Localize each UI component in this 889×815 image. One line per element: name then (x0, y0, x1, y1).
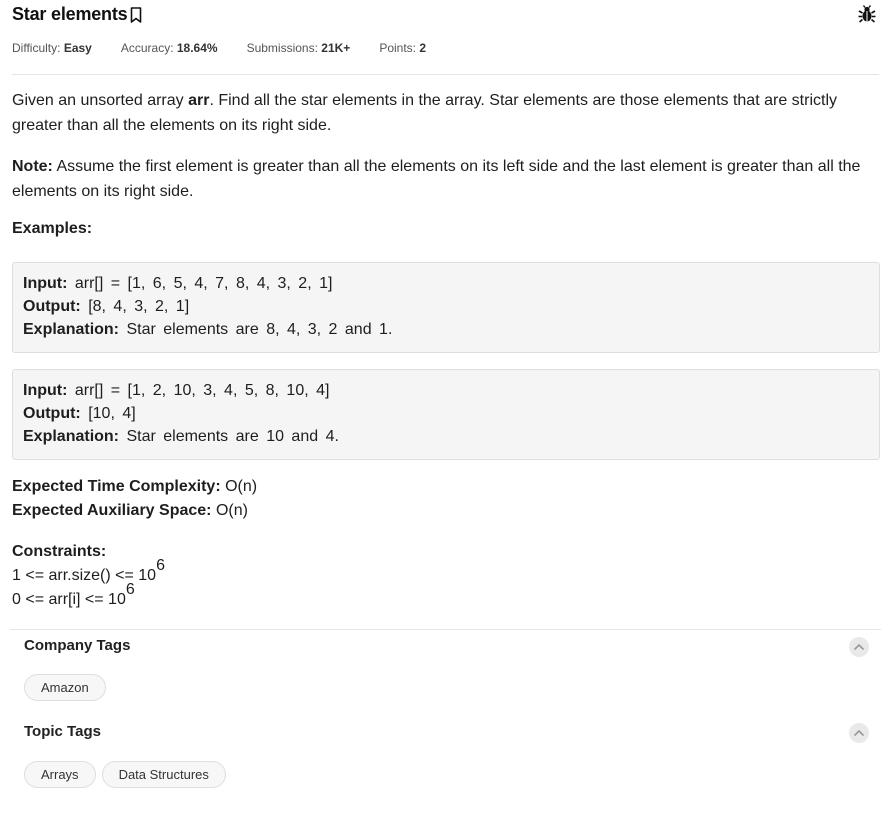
chevron-up-icon (854, 730, 864, 736)
output-value: [10, 4] (80, 405, 136, 422)
points: Points: 2 (379, 41, 426, 55)
time-complexity-label: Expected Time Complexity: (12, 478, 221, 495)
output-value: [8, 4, 3, 2, 1] (80, 298, 190, 315)
constraints-section: Constraints: 1 <= arr.size() <= 106 0 <=… (12, 540, 165, 612)
points-value: 2 (419, 41, 427, 55)
example-input: Input: arr[] = [1, 6, 5, 4, 7, 8, 4, 3, … (23, 272, 869, 295)
input-value: arr[] = [1, 2, 10, 3, 4, 5, 8, 10, 4] (67, 382, 330, 399)
submissions: Submissions: 21K+ (247, 41, 351, 55)
bookmark-icon[interactable] (129, 6, 143, 24)
examples-heading: Examples: (12, 220, 93, 237)
accuracy-label: Accuracy: (120, 41, 174, 55)
explanation-value: Star elements are 8, 4, 3, 2 and 1. (119, 321, 393, 338)
constraint-1: 1 <= arr.size() <= 106 (12, 557, 165, 588)
company-tags-toggle[interactable] (849, 637, 869, 657)
accuracy-value: 18.64% (176, 41, 218, 55)
constraints-label: Constraints: (12, 543, 107, 560)
input-label: Input: (23, 275, 68, 292)
example-output: Output: [8, 4, 3, 2, 1] (23, 295, 869, 318)
constraint-2-exponent: 6 (125, 580, 135, 598)
constraint-1-exponent: 6 (156, 556, 165, 574)
space-complexity: Expected Auxiliary Space: O(n) (12, 499, 257, 523)
desc-text: Given an unsorted array (12, 92, 189, 109)
note-text: Assume the first element is greater than… (12, 158, 861, 200)
company-tags-list: Amazon (24, 674, 112, 701)
company-tags-title[interactable]: Company Tags (24, 637, 130, 654)
problem-header: Star elements (12, 4, 879, 28)
explanation-value: Star elements are 10 and 4. (119, 428, 339, 445)
difficulty-value: Easy (63, 41, 92, 55)
header-divider (12, 74, 879, 75)
input-label: Input: (23, 382, 68, 399)
tag-amazon[interactable]: Amazon (24, 674, 106, 701)
desc-array-name: arr (188, 92, 210, 109)
explanation-label: Explanation: (23, 428, 120, 445)
topic-tags-toggle[interactable] (849, 723, 869, 743)
problem-meta: Difficulty: Easy Accuracy: 18.64% Submis… (12, 41, 455, 55)
input-value: arr[] = [1, 6, 5, 4, 7, 8, 4, 3, 2, 1] (67, 275, 333, 292)
time-complexity: Expected Time Complexity: O(n) (12, 475, 257, 499)
example-box-2: Input: arr[] = [1, 2, 10, 3, 4, 5, 8, 10… (12, 369, 880, 460)
problem-note: Note: Assume the first element is greate… (12, 154, 880, 204)
space-complexity-value: O(n) (211, 502, 248, 519)
difficulty-label: Difficulty: (12, 41, 61, 55)
example-explanation: Explanation: Star elements are 10 and 4. (23, 425, 869, 448)
topic-tags-list: Arrays Data Structures (24, 761, 232, 788)
example-box-1: Input: arr[] = [1, 6, 5, 4, 7, 8, 4, 3, … (12, 262, 880, 353)
submissions-value: 21K+ (321, 41, 351, 55)
space-complexity-label: Expected Auxiliary Space: (12, 502, 212, 519)
constraint-2: 0 <= arr[i] <= 106 (12, 581, 165, 612)
points-label: Points: (379, 41, 417, 55)
problem-description: Given an unsorted array arr. Find all th… (12, 88, 880, 138)
example-output: Output: [10, 4] (23, 402, 869, 425)
output-label: Output: (23, 405, 81, 422)
tag-arrays[interactable]: Arrays (24, 761, 96, 788)
note-label: Note: (12, 158, 53, 175)
output-label: Output: (23, 298, 81, 315)
tag-data-structures[interactable]: Data Structures (101, 761, 226, 788)
complexity-section: Expected Time Complexity: O(n) Expected … (12, 475, 257, 523)
page-title: Star elements (12, 4, 143, 25)
submissions-label: Submissions: (246, 41, 318, 55)
chevron-up-icon (854, 644, 864, 650)
tags-divider (10, 629, 881, 630)
difficulty: Difficulty: Easy (12, 41, 92, 55)
example-explanation: Explanation: Star elements are 8, 4, 3, … (23, 318, 869, 341)
time-complexity-value: O(n) (220, 478, 258, 495)
example-input: Input: arr[] = [1, 2, 10, 3, 4, 5, 8, 10… (23, 379, 869, 402)
explanation-label: Explanation: (23, 321, 120, 338)
accuracy: Accuracy: 18.64% (121, 41, 218, 55)
problem-title: Star elements (12, 4, 128, 24)
constraint-2-text: 0 <= arr[i] <= 10 (12, 591, 126, 608)
topic-tags-title[interactable]: Topic Tags (24, 723, 101, 740)
bug-icon[interactable] (857, 4, 877, 24)
